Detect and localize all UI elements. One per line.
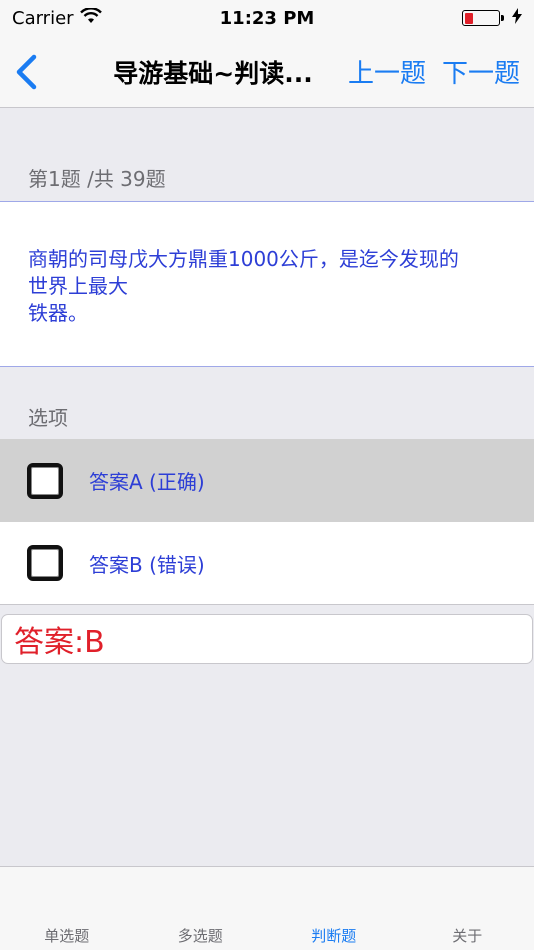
wifi-icon	[79, 6, 102, 29]
status-left: Carrier	[12, 6, 102, 29]
tab-label: 单选题	[44, 927, 90, 945]
tab-bar: 单选题 多选题 判断题 关于	[0, 866, 534, 950]
battery-icon	[462, 10, 504, 26]
answer-text: 答案:B	[14, 625, 105, 660]
answer-box: 答案:B	[1, 614, 533, 664]
chevron-left-icon	[16, 54, 37, 89]
tab-label: 关于	[452, 927, 483, 945]
page-title: 导游基础~判读...	[113, 58, 313, 88]
tab-label: 判断题	[311, 927, 357, 945]
status-right	[462, 7, 522, 29]
back-button[interactable]	[0, 36, 52, 108]
about-icon	[452, 877, 482, 907]
single-choice-icon	[52, 877, 82, 907]
tab-about[interactable]: 关于	[401, 867, 534, 950]
next-question-button[interactable]: 下一题	[442, 53, 520, 90]
checkbox-icon[interactable]	[27, 545, 63, 581]
multiple-choice-icon	[185, 877, 215, 907]
option-b-label: 答案B (错误)	[89, 552, 205, 577]
nav-actions: 上一题 下一题	[348, 53, 520, 90]
status-bar: Carrier 11:23 PM	[0, 0, 534, 36]
true-false-icon	[319, 877, 349, 907]
options-header: 选项	[28, 406, 68, 430]
question-progress: 第1题 /共 39题	[28, 167, 166, 191]
tab-label: 多选题	[177, 927, 223, 945]
checkbox-icon[interactable]	[27, 462, 63, 499]
charging-icon	[512, 7, 522, 29]
navigation-bar: 导游基础~判读... 上一题 下一题	[0, 36, 534, 108]
option-a[interactable]: 答案A (正确)	[0, 439, 534, 522]
tab-single-choice[interactable]: 单选题	[0, 867, 134, 950]
option-b[interactable]: 答案B (错误)	[0, 522, 534, 605]
tab-true-false[interactable]: 判断题	[267, 867, 401, 950]
carrier-label: Carrier	[12, 7, 74, 29]
question-text: 商朝的司母戊大方鼎重1000公斤，是迄今发现的 世界上最大 铁器。	[28, 247, 459, 325]
battery-fill	[464, 12, 473, 24]
previous-question-button[interactable]: 上一题	[348, 53, 426, 90]
tab-multiple-choice[interactable]: 多选题	[134, 867, 268, 950]
question-card: 商朝的司母戊大方鼎重1000公斤，是迄今发现的 世界上最大 铁器。	[0, 201, 534, 367]
option-a-label: 答案A (正确)	[89, 470, 205, 494]
